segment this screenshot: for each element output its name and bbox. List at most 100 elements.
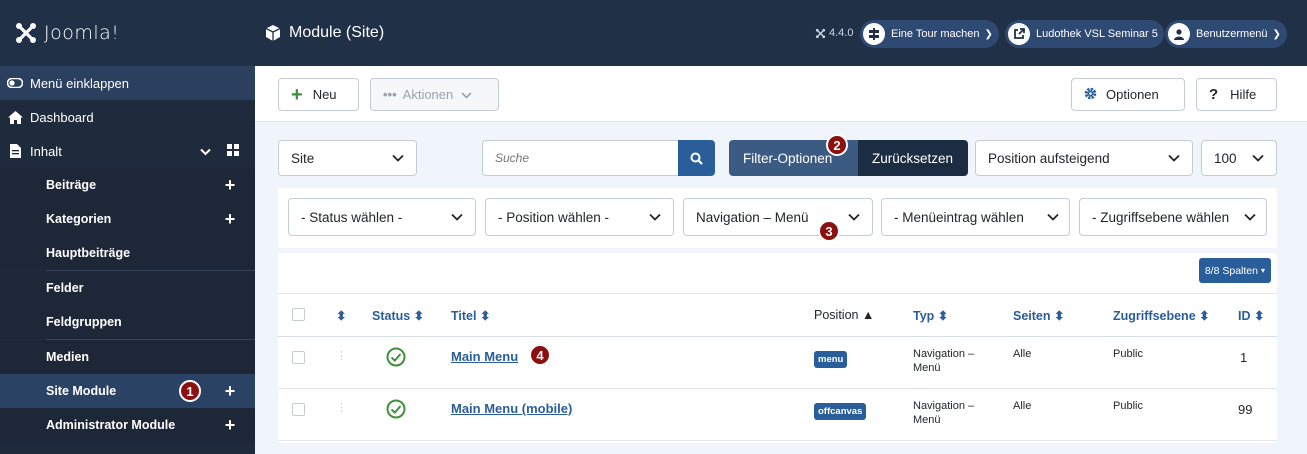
chevron-down-icon bbox=[1168, 154, 1180, 162]
sort-select[interactable]: Position aufsteigend bbox=[975, 140, 1193, 176]
menuitem-filter-select[interactable]: - Menüeintrag wählen bbox=[881, 198, 1070, 236]
table-header: ⬍ Status ⬍ Titel ⬍ Position ▲ Typ ⬍ Seit… bbox=[278, 293, 1277, 337]
actions-label: Aktionen bbox=[402, 87, 454, 102]
sidebar-item-admin-modules[interactable]: Administrator Module + bbox=[0, 408, 255, 442]
sidebar-item-articles[interactable]: Beiträge + bbox=[0, 168, 255, 202]
file-icon bbox=[0, 144, 30, 158]
chevron-down-icon: ❯ bbox=[984, 28, 993, 40]
new-label: Neu bbox=[312, 87, 337, 102]
filter-options-label: Filter-Optionen bbox=[743, 150, 833, 166]
module-pages: Alle bbox=[1013, 348, 1032, 360]
sidebar-item-dashboard[interactable]: Dashboard bbox=[0, 100, 255, 134]
page-header: Module (Site) 4.4.0 Eine Tour machen ❯ L… bbox=[255, 0, 1307, 66]
new-button[interactable]: + Neu bbox=[278, 78, 359, 111]
th-title[interactable]: Titel ⬍ bbox=[451, 308, 490, 323]
th-status[interactable]: Status ⬍ bbox=[372, 308, 424, 323]
module-pages: Alle bbox=[1013, 400, 1032, 412]
search-button[interactable] bbox=[678, 140, 715, 176]
sidebar-item-featured[interactable]: Hauptbeiträge bbox=[0, 236, 255, 270]
sidebar-item-label: Kategorien bbox=[46, 212, 112, 226]
step-marker-2: 2 bbox=[826, 134, 848, 156]
module-type: Navigation – Menü bbox=[913, 348, 975, 374]
sidebar-item-field-groups[interactable]: Feldgruppen bbox=[0, 305, 255, 339]
limit-select[interactable]: 100 bbox=[1201, 140, 1277, 176]
question-icon: ? bbox=[1209, 86, 1219, 103]
chevron-down-icon bbox=[392, 154, 404, 162]
published-status-icon[interactable] bbox=[386, 347, 406, 370]
actions-button[interactable]: ••• Aktionen bbox=[370, 78, 499, 111]
sidebar-item-media[interactable]: Medien bbox=[0, 340, 255, 374]
access-filter-select[interactable]: - Zugriffsebene wählen bbox=[1079, 198, 1267, 236]
module-title-link[interactable]: Main Menu (mobile) bbox=[451, 401, 572, 416]
sidebar-item-label: Medien bbox=[46, 350, 90, 364]
select-all-checkbox[interactable] bbox=[292, 308, 305, 321]
add-category-icon[interactable]: + bbox=[215, 209, 245, 230]
sidebar-collapse-label: Menü einklappen bbox=[30, 75, 130, 91]
sidebar-item-label: Feldgruppen bbox=[46, 315, 122, 329]
dashboard-grid-icon[interactable] bbox=[227, 143, 239, 159]
published-status-icon[interactable] bbox=[386, 399, 406, 422]
joomla-logo-icon bbox=[16, 23, 36, 43]
th-pages[interactable]: Seiten ⬍ bbox=[1013, 308, 1064, 323]
columns-button[interactable]: 8/8 Spalten ▾ bbox=[1198, 258, 1271, 283]
ordering-sort-icon[interactable]: ⬍ bbox=[336, 308, 346, 323]
position-badge: offcanvas bbox=[814, 403, 867, 420]
user-label: Benutzermenü bbox=[1196, 28, 1268, 40]
toggle-icon bbox=[0, 78, 30, 88]
chevron-down-icon[interactable] bbox=[200, 144, 211, 159]
client-select[interactable]: Site bbox=[278, 140, 417, 176]
type-filter-select[interactable]: Navigation – Menü bbox=[683, 198, 873, 236]
site-link-button[interactable]: Ludothek VSL Seminar 5 bbox=[1005, 20, 1164, 48]
menuitem-filter-value: - Menüeintrag wählen bbox=[894, 209, 1024, 225]
plus-icon: + bbox=[291, 83, 303, 106]
brand[interactable]: Joomla! bbox=[0, 0, 255, 66]
chevron-down-icon bbox=[1047, 213, 1059, 221]
module-title-link[interactable]: Main Menu bbox=[451, 349, 518, 364]
reset-button[interactable]: Zurücksetzen bbox=[858, 140, 968, 176]
search-input[interactable] bbox=[482, 140, 678, 176]
sidebar-collapse-toggle[interactable]: Menü einklappen bbox=[0, 66, 255, 100]
home-icon bbox=[0, 110, 30, 124]
modules-table: 8/8 Spalten ▾ ⬍ Status ⬍ Titel ⬍ Positio… bbox=[278, 253, 1277, 443]
add-article-icon[interactable]: + bbox=[215, 175, 245, 196]
toolbar: + Neu ••• Aktionen Optionen ? Hilfe bbox=[255, 66, 1307, 122]
position-filter-value: - Position wählen - bbox=[498, 209, 610, 225]
add-site-module-icon[interactable]: + bbox=[215, 381, 245, 402]
search-group bbox=[482, 140, 715, 176]
filter-bar: - Status wählen - - Position wählen - Na… bbox=[278, 188, 1277, 248]
th-type[interactable]: Typ ⬍ bbox=[913, 308, 948, 323]
sidebar-item-fields[interactable]: Felder bbox=[0, 271, 255, 305]
sidebar-item-site-modules[interactable]: Site Module 1 + bbox=[0, 374, 255, 408]
sidebar-item-label: Dashboard bbox=[30, 109, 94, 125]
help-label: Hilfe bbox=[1230, 87, 1257, 102]
th-id[interactable]: ID ⬍ bbox=[1238, 308, 1264, 323]
row-checkbox[interactable] bbox=[292, 351, 305, 364]
tour-button[interactable]: Eine Tour machen ❯ bbox=[860, 20, 999, 48]
page-title-text: Module (Site) bbox=[289, 24, 385, 41]
sidebar-item-categories[interactable]: Kategorien + bbox=[0, 202, 255, 236]
add-admin-module-icon[interactable]: + bbox=[215, 415, 245, 436]
options-button[interactable]: Optionen bbox=[1071, 78, 1185, 111]
user-menu-button[interactable]: Benutzermenü ❯ bbox=[1165, 20, 1287, 48]
limit-select-value: 100 bbox=[1214, 150, 1237, 166]
status-filter-select[interactable]: - Status wählen - bbox=[288, 198, 476, 236]
module-access: Public bbox=[1113, 348, 1143, 360]
access-filter-value: - Zugriffsebene wählen bbox=[1092, 209, 1230, 225]
row-checkbox[interactable] bbox=[292, 403, 305, 416]
site-label: Ludothek VSL Seminar 5 bbox=[1036, 28, 1158, 40]
th-access[interactable]: Zugriffsebene ⬍ bbox=[1113, 308, 1210, 323]
help-button[interactable]: ? Hilfe bbox=[1196, 78, 1277, 111]
th-position[interactable]: Position ▲ bbox=[814, 308, 874, 322]
signpost-icon bbox=[863, 23, 885, 45]
table-row: ⋮ Main Menu (mobile) offcanvas Navigatio… bbox=[278, 389, 1277, 441]
module-id: 99 bbox=[1238, 402, 1253, 417]
reset-label: Zurücksetzen bbox=[872, 150, 954, 166]
sidebar-item-label: Felder bbox=[46, 281, 84, 295]
chevron-down-icon bbox=[649, 213, 661, 221]
chevron-down-icon bbox=[1252, 154, 1264, 162]
drag-handle-icon[interactable]: ⋮ bbox=[336, 401, 347, 414]
app-root: Joomla! Menü einklappen Dashboard Inhalt bbox=[0, 0, 1307, 454]
sidebar-item-content[interactable]: Inhalt bbox=[0, 134, 255, 168]
position-filter-select[interactable]: - Position wählen - bbox=[485, 198, 674, 236]
drag-handle-icon[interactable]: ⋮ bbox=[336, 349, 347, 362]
